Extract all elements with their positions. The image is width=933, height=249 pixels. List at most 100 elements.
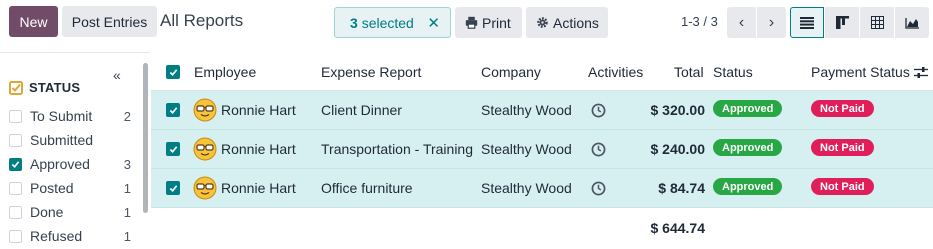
cell-employee: Ronnie Hart <box>221 180 296 196</box>
control-panel: New Post Entries All Reports 3 selected … <box>0 0 933 48</box>
grand-total: $ 644.74 <box>650 220 706 236</box>
selection-indicator: 3 selected ✕ <box>334 7 451 38</box>
filter-checkbox[interactable] <box>9 133 22 147</box>
list-view-icon <box>800 16 814 29</box>
status-filter-header: STATUS <box>9 80 80 95</box>
cell-company: Stealthy Wood <box>481 102 572 118</box>
cell-expense-report: Client Dinner <box>321 102 402 118</box>
kanban-view-button[interactable] <box>825 7 859 38</box>
column-total[interactable]: Total <box>674 64 704 80</box>
graph-view-icon <box>904 17 919 29</box>
pivot-view-icon <box>870 16 884 29</box>
table-row[interactable]: Ronnie Hart Client Dinner Stealthy Wood … <box>151 91 933 130</box>
column-status[interactable]: Status <box>713 64 753 80</box>
pivot-view-button[interactable] <box>860 7 894 38</box>
pager-next-button[interactable]: › <box>757 7 786 38</box>
filter-refused[interactable]: Refused 1 <box>9 226 137 246</box>
filter-posted[interactable]: Posted 1 <box>9 178 137 198</box>
filter-checkbox[interactable] <box>9 229 22 243</box>
clear-selection-icon[interactable]: ✕ <box>427 14 440 32</box>
print-button[interactable]: Print <box>455 7 522 38</box>
checkmark-icon <box>169 106 177 114</box>
filter-checkbox[interactable] <box>9 109 22 123</box>
cell-total: $ 240.00 <box>650 141 706 157</box>
pager-value[interactable]: 1-3 / 3 <box>681 14 718 29</box>
clock-icon[interactable] <box>591 142 606 157</box>
list-view-button[interactable] <box>790 7 824 38</box>
new-button[interactable]: New <box>9 6 58 37</box>
filter-label: Refused <box>30 228 83 244</box>
checkmark-icon <box>169 184 177 192</box>
row-checkbox[interactable] <box>166 181 180 195</box>
kanban-view-icon <box>835 16 849 29</box>
status-badge: Approved <box>713 100 783 117</box>
clock-icon[interactable] <box>591 103 606 118</box>
payment-status-badge: Not Paid <box>811 139 874 156</box>
filter-to-submit[interactable]: To Submit 2 <box>9 106 137 126</box>
select-all-checkbox[interactable] <box>166 65 180 79</box>
status-badge: Approved <box>713 178 783 195</box>
status-filter-title: STATUS <box>29 80 81 95</box>
column-company[interactable]: Company <box>481 64 541 80</box>
filter-count: 2 <box>123 108 131 124</box>
column-payment-status[interactable]: Payment Status <box>811 64 910 80</box>
cell-employee: Ronnie Hart <box>221 141 296 157</box>
pager-previous-button[interactable]: ‹ <box>727 7 756 38</box>
status-badge: Approved <box>713 139 783 156</box>
page-title: All Reports <box>160 11 244 30</box>
filter-label: Approved <box>30 156 90 172</box>
checkmark-icon <box>11 160 20 168</box>
filter-checkbox[interactable] <box>9 181 22 195</box>
filter-checkbox[interactable] <box>9 157 22 171</box>
clock-icon[interactable] <box>591 181 606 196</box>
actions-button[interactable]: Actions <box>526 7 608 38</box>
chevron-right-icon: › <box>768 13 775 31</box>
print-icon <box>465 16 478 29</box>
column-expense-report[interactable]: Expense Report <box>321 64 421 80</box>
row-checkbox[interactable] <box>166 142 180 156</box>
row-checkbox[interactable] <box>166 103 180 117</box>
selected-count: 3 <box>350 14 358 31</box>
check-square-icon <box>9 80 23 95</box>
column-employee[interactable]: Employee <box>194 64 256 80</box>
cell-company: Stealthy Wood <box>481 180 572 196</box>
avatar <box>193 98 217 122</box>
filter-label: Submitted <box>30 132 94 148</box>
checkmark-icon <box>169 68 177 76</box>
filter-label: Done <box>30 204 64 220</box>
filter-label: To Submit <box>30 108 93 124</box>
collapse-panel-icon[interactable]: « <box>113 67 121 83</box>
gear-icon <box>537 17 548 28</box>
post-entries-button[interactable]: Post Entries <box>62 6 157 37</box>
search-panel: « STATUS To Submit 2 Submitted Approved … <box>0 52 150 249</box>
expense-report-list: Employee Expense Report Company Activiti… <box>151 52 933 249</box>
filter-count: 1 <box>123 228 131 244</box>
filter-count: 3 <box>123 156 131 172</box>
graph-view-button[interactable] <box>895 7 929 38</box>
avatar <box>193 176 217 200</box>
filter-submitted[interactable]: Submitted <box>9 130 137 150</box>
cell-total: $ 84.74 <box>658 180 705 196</box>
filter-approved[interactable]: Approved 3 <box>9 154 137 174</box>
chevron-left-icon: ‹ <box>738 13 745 31</box>
column-settings-icon[interactable] <box>914 66 928 79</box>
checkmark-icon <box>169 145 177 153</box>
filter-checkbox[interactable] <box>9 205 22 219</box>
filter-label: Posted <box>30 180 74 196</box>
table-row[interactable]: Ronnie Hart Transportation - Training St… <box>151 130 933 169</box>
table-header: Employee Expense Report Company Activiti… <box>151 52 933 91</box>
avatar <box>193 137 217 161</box>
cell-employee: Ronnie Hart <box>221 102 296 118</box>
cell-expense-report: Office furniture <box>321 180 413 196</box>
panel-scrollbar[interactable] <box>143 63 148 213</box>
payment-status-badge: Not Paid <box>811 100 874 117</box>
payment-status-badge: Not Paid <box>811 178 874 195</box>
column-activities[interactable]: Activities <box>588 64 643 80</box>
selected-label: selected <box>361 14 414 31</box>
filter-done[interactable]: Done 1 <box>9 202 137 222</box>
cell-total: $ 320.00 <box>650 102 706 118</box>
filter-count: 1 <box>123 180 131 196</box>
cell-expense-report: Transportation - Training <box>321 141 473 157</box>
table-row[interactable]: Ronnie Hart Office furniture Stealthy Wo… <box>151 169 933 208</box>
print-label: Print <box>482 14 511 31</box>
